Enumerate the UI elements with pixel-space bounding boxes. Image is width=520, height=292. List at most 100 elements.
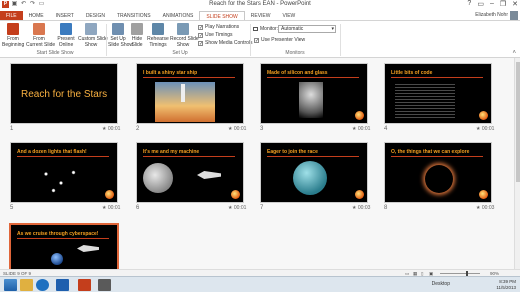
video-app-icon[interactable] xyxy=(98,279,111,291)
use-presenter-view-label: Use Presenter View xyxy=(261,37,306,43)
slide-timing-value: 00:03 xyxy=(481,205,495,211)
checkbox-checked-icon: ✓ xyxy=(198,24,204,31)
slide-timing: ★ 00:01 xyxy=(102,205,121,211)
title-underline xyxy=(17,156,109,157)
present-online-button[interactable]: Present Online xyxy=(55,23,77,48)
start-button-icon[interactable] xyxy=(4,279,17,291)
slide-timing: ★ 00:01 xyxy=(228,126,247,132)
user-name[interactable]: Elizabeth Nohr xyxy=(475,12,508,18)
title-underline xyxy=(267,77,359,78)
rehearse-icon xyxy=(152,23,164,35)
slide-thumbnail[interactable]: And a dozen lights that flash! xyxy=(10,142,118,203)
title-underline xyxy=(391,156,483,157)
play-narrations-checkbox[interactable]: ✓ Play Narrations xyxy=(198,24,239,30)
slide-timing: ★ 00:03 xyxy=(352,205,371,211)
slide-thumbnail[interactable]: Eager to join the race xyxy=(260,142,368,203)
show-media-controls-checkbox[interactable]: ✓ Show Media Controls xyxy=(198,40,253,46)
slide-number: 1 xyxy=(10,126,14,132)
group-label-monitors: Monitors xyxy=(285,50,305,56)
rehearse-timings-button[interactable]: Rehearse Timings xyxy=(147,23,169,48)
group-label-start: Start Slide Show xyxy=(36,50,74,56)
monitor-select[interactable]: Automatic ▾ xyxy=(278,25,336,33)
space-shuttle-icon xyxy=(197,171,221,179)
checkbox-checked-icon: ✓ xyxy=(254,37,260,44)
vertical-scrollbar[interactable] xyxy=(514,58,520,269)
code-image xyxy=(395,82,455,120)
record-slide-show-button[interactable]: Record Slide Show xyxy=(170,23,199,48)
rehearse-label: Rehearse Timings xyxy=(147,36,169,48)
use-timings-checkbox[interactable]: ✓ Use Timings xyxy=(198,32,233,38)
title-underline xyxy=(391,77,483,78)
custom-show-icon xyxy=(85,23,97,35)
astronaut-image xyxy=(299,82,323,118)
slide-thumbnail[interactable]: Little bits of code xyxy=(384,63,492,124)
group-label-setup: Set Up xyxy=(172,50,188,56)
close-icon[interactable]: ✕ xyxy=(512,0,518,8)
help-icon[interactable]: ? xyxy=(467,0,471,8)
slide-title: Eager to join the race xyxy=(267,149,318,155)
collapse-ribbon-icon[interactable]: ˄ xyxy=(512,50,516,56)
eclipse-image xyxy=(425,165,453,193)
slide-number: 7 xyxy=(260,205,264,211)
custom-slide-show-button[interactable]: Custom Slide Show xyxy=(78,23,108,48)
clock[interactable]: 8:39 PM 11/5/2013 xyxy=(496,279,516,291)
internet-explorer-icon[interactable] xyxy=(36,279,49,291)
slideshow-play-icon xyxy=(7,23,19,35)
play-narrations-label: Play Narrations xyxy=(205,24,240,30)
group-separator xyxy=(106,24,107,56)
star-lights-image xyxy=(36,165,86,195)
slide-title: As we cruise through cyberspace! xyxy=(17,231,99,237)
status-bar: SLIDE 9 OF 9 ▭ ▦ ▯ ▣ 90% xyxy=(0,269,520,276)
slide-thumbnail[interactable]: Reach for the Stars xyxy=(10,63,118,124)
slideshow-current-icon xyxy=(33,23,45,35)
set-up-slide-show-button[interactable]: Set Up Slide Show xyxy=(108,23,133,48)
slide-thumbnail[interactable]: O, the things that we can explore xyxy=(384,142,492,203)
powerpoint-taskbar-icon[interactable] xyxy=(78,279,91,291)
ribbon: From Beginning From Current Slide Presen… xyxy=(0,20,520,58)
title-bar: P ▣ ↶ ↷ ▭ Reach for the Stars EAN - Powe… xyxy=(0,0,520,11)
slide-timing-value: 00:01 xyxy=(107,126,121,132)
taskbar: Desktop 8:39 PM 11/5/2013 xyxy=(0,276,520,292)
slide-sorter: Reach for the Stars 1 ★ 00:01 I built a … xyxy=(0,58,520,269)
slide-thumbnail[interactable]: Made of silicon and glass xyxy=(260,63,368,124)
title-underline xyxy=(267,156,359,157)
hide-slide-icon xyxy=(131,23,143,35)
slide-number: 2 xyxy=(136,126,140,132)
sun-icon xyxy=(479,190,488,199)
desktop-toolbar-label[interactable]: Desktop xyxy=(432,281,450,287)
use-presenter-view-checkbox[interactable]: ✓ Use Presenter View xyxy=(254,37,305,43)
slide-timing: ★ 00:01 xyxy=(102,126,121,132)
slide-title: I built a shiny star ship xyxy=(143,70,198,76)
from-beginning-button[interactable]: From Beginning xyxy=(2,23,24,48)
slide-thumbnail[interactable]: I built a shiny star ship xyxy=(136,63,244,124)
scrollbar-thumb[interactable] xyxy=(516,62,520,182)
custom-show-label: Custom Slide Show xyxy=(78,36,108,48)
slide-timing-value: 00:01 xyxy=(233,126,247,132)
restore-icon[interactable]: ❐ xyxy=(500,0,506,8)
sun-icon xyxy=(105,190,114,199)
slide-thumbnail-selected[interactable]: As we cruise through cyberspace! xyxy=(9,223,119,269)
record-label: Record Slide Show xyxy=(170,36,199,48)
hide-slide-label: Hide Slide xyxy=(131,36,143,48)
record-icon xyxy=(177,23,189,35)
slide-number: 8 xyxy=(384,205,388,211)
slide-thumbnail[interactable]: It's me and my machine xyxy=(136,142,244,203)
file-explorer-icon[interactable] xyxy=(20,279,33,291)
minimize-icon[interactable]: – xyxy=(490,0,494,8)
from-current-slide-button[interactable]: From Current Slide xyxy=(26,23,55,48)
slide-timing-value: 00:01 xyxy=(481,126,495,132)
chevron-down-icon: ▾ xyxy=(331,26,334,32)
space-shuttle-icon xyxy=(77,245,99,252)
earth-image xyxy=(51,253,63,265)
avatar[interactable] xyxy=(510,11,518,20)
monitor-select-value: Automatic xyxy=(281,26,304,32)
slide-timing: ★ 00:01 xyxy=(476,126,495,132)
from-beginning-label: From Beginning xyxy=(2,36,25,48)
outlook-icon[interactable] xyxy=(56,279,69,291)
zoom-slider[interactable] xyxy=(440,271,480,276)
ribbon-display-icon[interactable]: ▭ xyxy=(477,0,484,8)
hide-slide-button[interactable]: Hide Slide xyxy=(130,23,144,48)
slide-timing: ★ 00:01 xyxy=(352,126,371,132)
checkbox-checked-icon: ✓ xyxy=(198,40,204,47)
setup-icon xyxy=(112,23,124,35)
